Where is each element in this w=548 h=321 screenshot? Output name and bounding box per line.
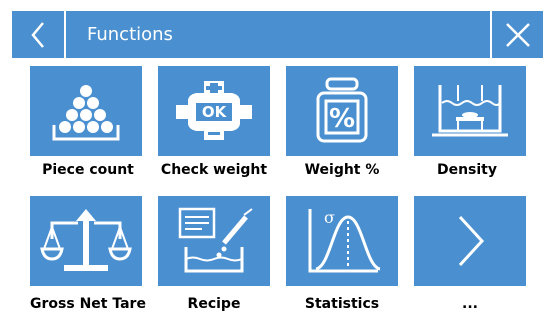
- tile-label-statistics: Statistics: [304, 296, 380, 312]
- chevron-left-icon: [31, 21, 44, 48]
- header-bar: Functions: [12, 11, 543, 58]
- weight-percent-icon: %: [316, 77, 368, 143]
- svg-text:OK: OK: [202, 103, 228, 121]
- tile-weight-percent[interactable]: %: [286, 66, 398, 156]
- page-title: Functions: [87, 24, 173, 45]
- back-button[interactable]: [12, 11, 64, 58]
- tile-recipe[interactable]: [158, 196, 270, 286]
- header-divider-left: [64, 11, 66, 58]
- tile-density[interactable]: [414, 66, 526, 156]
- chevron-right-icon: [458, 215, 485, 267]
- svg-text:σ: σ: [324, 208, 335, 227]
- functions-screen: Functions Piece count OK Check weight % …: [0, 0, 548, 321]
- density-icon: [432, 85, 508, 137]
- tile-check-weight[interactable]: OK: [158, 66, 270, 156]
- gross-net-tare-icon: [40, 209, 132, 271]
- recipe-icon: [178, 207, 253, 273]
- tile-piece-count[interactable]: [30, 66, 142, 156]
- check-weight-icon: OK: [176, 81, 252, 140]
- tile-more[interactable]: [414, 196, 526, 286]
- tile-label-piece-count: Piece count: [42, 162, 134, 178]
- tile-gross-net-tare[interactable]: [30, 196, 142, 286]
- statistics-icon: σ: [308, 208, 381, 273]
- tile-label-check-weight: Check weight: [160, 162, 268, 178]
- close-icon: [505, 22, 530, 47]
- close-button[interactable]: [492, 11, 543, 58]
- tile-statistics[interactable]: σ: [286, 196, 398, 286]
- tile-label-gross-net-tare: Gross Net Tare: [30, 296, 146, 312]
- svg-text:%: %: [329, 104, 355, 134]
- tile-label-density: Density: [436, 162, 498, 178]
- tile-label-recipe: Recipe: [187, 296, 241, 312]
- tile-label-weight-percent: Weight %: [304, 162, 380, 178]
- piece-count-icon: [52, 85, 120, 141]
- tile-label-more: ...: [462, 296, 478, 312]
